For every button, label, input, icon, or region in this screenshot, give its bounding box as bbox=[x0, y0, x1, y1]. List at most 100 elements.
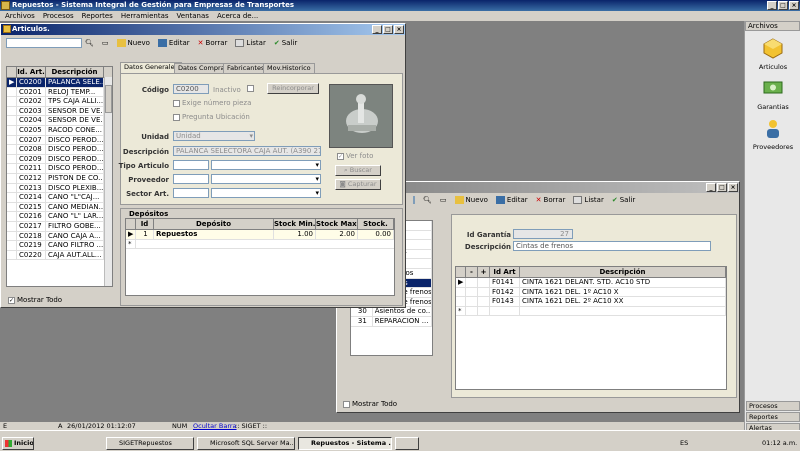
row-id: C0200 bbox=[17, 78, 46, 87]
language-indicator[interactable]: ES bbox=[680, 439, 688, 447]
table-row[interactable]: C0212 PISTON DE CO... bbox=[7, 173, 112, 184]
table-row[interactable]: C0201 RELOJ TEMP... bbox=[7, 87, 112, 98]
garantias-mostrar-todo[interactable]: Mostrar Todo bbox=[343, 400, 397, 408]
menu-procesos[interactable]: Procesos bbox=[43, 11, 74, 21]
table-row[interactable]: C0216 CAÑO "L" LAR... bbox=[7, 212, 112, 222]
nuevo-button[interactable]: Nuevo bbox=[116, 39, 150, 47]
proveedor-code[interactable] bbox=[173, 174, 209, 184]
nuevo-button[interactable]: Nuevo bbox=[454, 196, 488, 204]
mostrar-todo-checkbox[interactable]: ✓ bbox=[8, 296, 15, 304]
capturar-button[interactable]: ◙ Capturar bbox=[335, 179, 381, 190]
minimize-button[interactable]: _ bbox=[767, 1, 777, 10]
tipo-articulo-select[interactable]: ▾ bbox=[211, 160, 321, 170]
table-row[interactable]: C0220 CAJA AUT.ALL... bbox=[7, 250, 112, 261]
monitor-icon[interactable]: ▭ bbox=[102, 39, 109, 47]
task-sigetrepuestos[interactable]: SIGETRepuestos bbox=[106, 437, 194, 450]
mostrar-todo-checkbox[interactable] bbox=[343, 400, 350, 408]
sector-code[interactable] bbox=[173, 188, 209, 198]
table-row[interactable]: C0211 DISCO PEROD... bbox=[7, 164, 112, 174]
inactivo-checkbox[interactable] bbox=[247, 85, 254, 92]
borrar-button[interactable]: ✕ Borrar bbox=[198, 39, 228, 47]
listar-button[interactable]: Listar bbox=[235, 39, 266, 47]
buscar-button[interactable]: ⌕ Buscar bbox=[335, 165, 381, 176]
table-row[interactable]: C0202 TPS CAJA ALLI... bbox=[7, 97, 112, 107]
nav-articulos[interactable]: Articulos bbox=[745, 37, 800, 71]
menu-ventanas[interactable]: Ventanas bbox=[177, 11, 209, 21]
menu-archivos[interactable]: Archivos bbox=[5, 11, 35, 21]
descripcion-label: Descripción bbox=[464, 243, 511, 251]
right-panel-header[interactable]: Archivos bbox=[745, 21, 800, 31]
borrar-button[interactable]: ✕ Borrar bbox=[536, 196, 566, 204]
pregunta-ubicacion[interactable]: Pregunta Ubicación bbox=[173, 113, 250, 121]
table-row[interactable]: C0215 CAÑO MEDIAN... bbox=[7, 202, 112, 213]
table-row[interactable]: C0208 DISCO PEROD... bbox=[7, 145, 112, 155]
garantias-maximize-button[interactable]: □ bbox=[717, 183, 727, 192]
salir-button[interactable]: ✔ Salir bbox=[274, 39, 297, 47]
right-tab-procesos[interactable]: Procesos bbox=[746, 401, 800, 411]
table-row[interactable]: F0143 CINTA 1621 DEL. 2º AC10 XX bbox=[456, 297, 726, 307]
table-row[interactable]: ▶ C0200 PALANCA SELE... bbox=[7, 78, 112, 88]
ver-foto-checkbox[interactable]: ✓ Ver foto bbox=[337, 152, 373, 160]
table-row-new[interactable]: * bbox=[456, 306, 726, 317]
editar-button[interactable]: Editar bbox=[495, 196, 528, 204]
table-row-new[interactable]: * bbox=[126, 239, 394, 250]
start-button[interactable]: Inicio bbox=[2, 437, 34, 450]
menu-acerca[interactable]: Acerca de... bbox=[217, 11, 258, 21]
table-row[interactable]: ▶ F0141 CINTA 1621 DELANT. STD. AC10 STD bbox=[456, 278, 726, 288]
reincorporar-button[interactable]: Reincorporar bbox=[267, 83, 319, 94]
table-row[interactable]: C0207 DISCO PEROD... bbox=[7, 135, 112, 146]
task-repuestos[interactable]: Repuestos - Sistema ... bbox=[298, 437, 392, 450]
tab-mov-historico[interactable]: Mov.Historico bbox=[263, 63, 315, 73]
listar-button[interactable]: Listar bbox=[573, 196, 604, 204]
table-row[interactable]: C0203 SENSOR DE VE... bbox=[7, 106, 112, 117]
descripcion-field[interactable]: PALANCA SELECTORA CAJA AUT. (A390 270 71… bbox=[173, 146, 321, 156]
unidad-select[interactable]: Unidad ▾ bbox=[173, 131, 255, 141]
task-sql-server[interactable]: Microsoft SQL Server Ma... bbox=[197, 437, 295, 450]
descripcion-field[interactable]: Cintas de frenos bbox=[513, 241, 711, 251]
editar-button[interactable]: Editar bbox=[157, 39, 190, 47]
close-button[interactable]: × bbox=[789, 1, 799, 10]
table-row[interactable]: ▶ 1 Repuestos 1.00 2.00 0.00 bbox=[126, 230, 394, 240]
garantias-minimize-button[interactable]: _ bbox=[706, 183, 716, 192]
articulos-close-button[interactable]: × bbox=[394, 25, 404, 34]
search-icon[interactable]: 🔍︎ bbox=[423, 196, 432, 204]
table-row[interactable]: C0214 CAÑO "L"CAJ... bbox=[7, 193, 112, 203]
table-row[interactable]: C0217 FILTRO GOBE... bbox=[7, 221, 112, 232]
list-scrollbar[interactable] bbox=[104, 77, 112, 286]
sector-select[interactable]: ▾ bbox=[211, 188, 321, 198]
id-garantia-field[interactable]: 27 bbox=[513, 229, 573, 239]
table-row[interactable]: C0218 CAÑO CAJA A... bbox=[7, 231, 112, 242]
menu-herramientas[interactable]: Herramientas bbox=[121, 11, 169, 21]
maximize-button[interactable]: □ bbox=[778, 1, 788, 10]
table-row[interactable]: F0142 CINTA 1621 DEL. 1º AC10 X bbox=[456, 287, 726, 298]
table-row[interactable]: C0209 DISCO PEROD... bbox=[7, 154, 112, 165]
monitor-icon[interactable]: ▭ bbox=[440, 196, 447, 204]
table-row[interactable]: C0205 RACOD CONE... bbox=[7, 125, 112, 136]
check-icon: ✔ bbox=[611, 196, 618, 204]
proveedor-select[interactable]: ▾ bbox=[211, 174, 321, 184]
codigo-field[interactable]: C0200 bbox=[173, 84, 209, 94]
exige-numero-pieza[interactable]: Exige número pieza bbox=[173, 99, 251, 107]
articulos-mostrar-todo[interactable]: ✓ Mostrar Todo bbox=[8, 296, 62, 304]
list-item[interactable]: 30 Asientos de co... bbox=[351, 307, 432, 317]
articulos-title: Articulos. bbox=[12, 25, 50, 33]
right-tab-reportes[interactable]: Reportes bbox=[746, 412, 800, 422]
nav-proveedores[interactable]: Proveedores bbox=[745, 117, 800, 151]
search-input[interactable] bbox=[6, 38, 82, 48]
table-row[interactable]: C0219 CAÑO FILTRO ... bbox=[7, 241, 112, 251]
tab-fabricantes[interactable]: Fabricantes bbox=[223, 63, 269, 73]
new-icon bbox=[116, 39, 126, 47]
menu-reportes[interactable]: Reportes bbox=[82, 11, 113, 21]
table-row[interactable]: C0204 SENSOR DE VE... bbox=[7, 116, 112, 126]
tab-datos-generales[interactable]: Datos Generales bbox=[120, 62, 182, 73]
garantias-close-button[interactable]: × bbox=[728, 183, 738, 192]
task-extra[interactable] bbox=[395, 437, 419, 450]
tipo-articulo-code[interactable] bbox=[173, 160, 209, 170]
articulos-maximize-button[interactable]: □ bbox=[383, 25, 393, 34]
list-item[interactable]: 31 REPARACION ... bbox=[351, 316, 432, 327]
articulos-minimize-button[interactable]: _ bbox=[372, 25, 382, 34]
nav-garantias[interactable]: Garantias bbox=[745, 77, 800, 111]
salir-button[interactable]: ✔ Salir bbox=[612, 196, 635, 204]
search-icon[interactable]: 🔍︎ bbox=[85, 39, 94, 47]
table-row[interactable]: C0213 DISCO PLEXIB... bbox=[7, 183, 112, 194]
